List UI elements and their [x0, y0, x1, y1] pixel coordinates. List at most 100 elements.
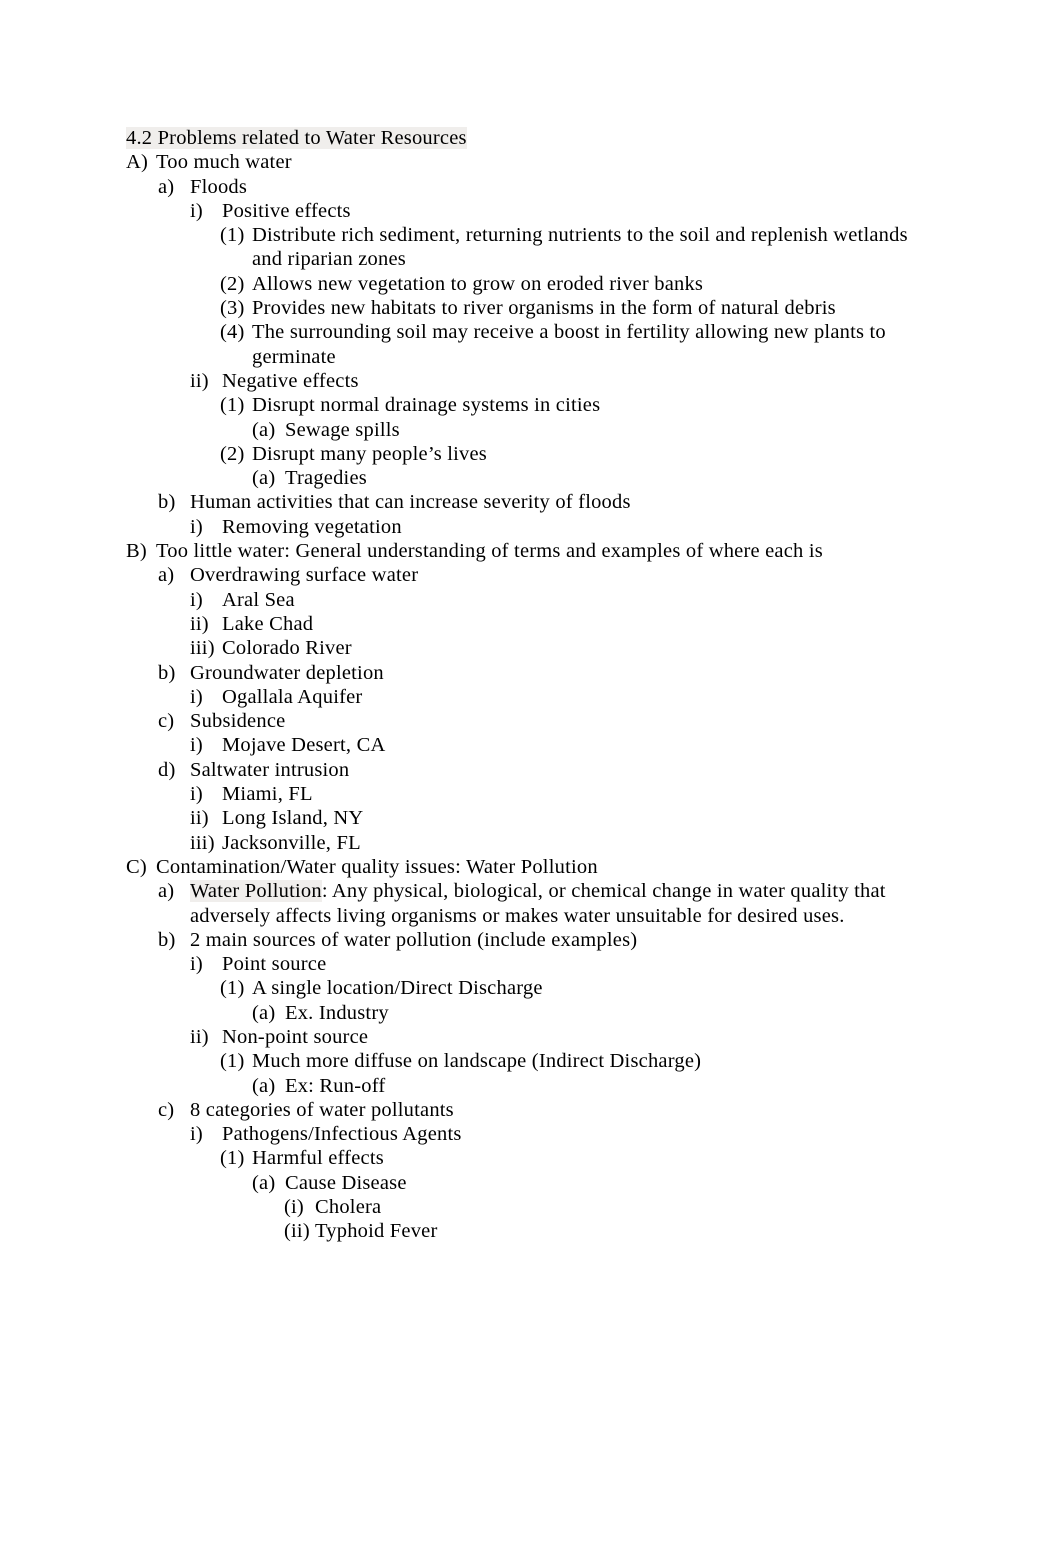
list-marker: ii): [190, 1025, 209, 1048]
outline-item: (a) Ex. Industry: [252, 1001, 938, 1025]
outline-item-text: Contamination/Water quality issues: Wate…: [156, 855, 598, 878]
outline-heading: 4.2 Problems related to Water Resources: [126, 126, 938, 150]
outline-item: (1) Much more diffuse on landscape (Indir…: [220, 1049, 938, 1073]
outline-item: d) Saltwater intrusion: [158, 758, 938, 782]
outline-item-text: Human activities that can increase sever…: [190, 491, 631, 514]
list-marker: C): [126, 855, 147, 878]
list-marker: (1): [220, 977, 245, 1000]
list-marker: A): [126, 151, 149, 174]
outline-item: (a) Sewage spills: [252, 418, 938, 442]
outline-item-text: Aral Sea: [222, 588, 295, 611]
outline-item-text: Allows new vegetation to grow on eroded …: [252, 272, 704, 295]
outline-item: ii) Non-point source: [190, 1025, 938, 1049]
outline-item-text: Harmful effects: [252, 1147, 384, 1170]
outline-item-text: Negative effects: [222, 369, 359, 392]
outline-item: (a) Cause Disease: [252, 1171, 938, 1195]
outline-item-text: Positive effects: [222, 199, 351, 222]
list-marker: a): [158, 175, 175, 198]
outline-item: (1) Disrupt normal drainage systems in ci…: [220, 393, 938, 417]
text-highlight: Water Pollution: [190, 880, 322, 903]
outline-item-text: Point source: [222, 953, 327, 976]
outline-item-text: Floods: [190, 175, 248, 198]
outline-item-text: Jacksonville, FL: [222, 831, 361, 854]
outline-item: a) Floods: [158, 175, 938, 199]
list-marker: (1): [220, 1050, 245, 1073]
list-marker: c): [158, 710, 175, 733]
list-marker: (4): [220, 321, 245, 344]
list-marker: b): [158, 661, 176, 684]
outline-item-text: 8 categories of water pollutants: [190, 1098, 454, 1121]
list-marker: B): [126, 540, 147, 563]
outline-item: A) Too much water: [126, 150, 938, 174]
list-marker: (1): [220, 224, 245, 247]
outline-item-text: Lake Chad: [222, 612, 314, 635]
outline-item: (a) Ex: Run-off: [252, 1074, 938, 1098]
outline-item: (1) Harmful effects: [220, 1146, 938, 1170]
outline-item-text: Overdrawing surface water: [190, 564, 419, 587]
outline-item-text: Subsidence: [190, 710, 286, 733]
list-marker: (a): [252, 1171, 276, 1194]
list-marker: d): [158, 758, 176, 781]
text-highlight: 4.2 Problems related to Water Resources: [126, 127, 467, 149]
outline-item-text: Disrupt normal drainage systems in citie…: [252, 394, 601, 417]
outline-item-text: Groundwater depletion: [190, 661, 384, 684]
outline-item-text: Non-point source: [222, 1025, 369, 1048]
list-marker: (i): [284, 1196, 304, 1219]
list-marker: a): [158, 564, 175, 587]
outline-item: (ii) Typhoid Fever: [284, 1219, 938, 1243]
outline-item-text: Distribute rich sediment, returning nutr…: [252, 224, 908, 271]
list-marker: i): [190, 734, 203, 757]
outline-item-text: Provides new habitats to river organisms…: [252, 297, 836, 320]
outline-item-text: 2 main sources of water pollution (inclu…: [190, 928, 638, 951]
outline-item: (i) Cholera: [284, 1195, 938, 1219]
outline-item-text: Long Island, NY: [222, 807, 364, 830]
outline-item: b) 2 main sources of water pollution (inc…: [158, 928, 938, 952]
outline-item-text: Tragedies: [285, 467, 367, 490]
list-marker: b): [158, 491, 176, 514]
outline-item-text: Colorado River: [222, 637, 352, 660]
outline-item: ii) Negative effects: [190, 369, 938, 393]
outline-item: (4) The surrounding soil may receive a bo…: [220, 320, 938, 369]
list-marker: (a): [252, 418, 276, 441]
outline-item: i) Miami, FL: [190, 782, 938, 806]
outline-item-text: Saltwater intrusion: [190, 758, 350, 781]
outline-item: b) Groundwater depletion: [158, 661, 938, 685]
heading-text: 4.2 Problems related to Water Resources: [126, 126, 938, 150]
outline-item: B) Too little water: General understandin…: [126, 539, 938, 563]
outline-item-text: Cause Disease: [285, 1171, 407, 1194]
outline-item: c) Subsidence: [158, 709, 938, 733]
list-marker: (a): [252, 1001, 276, 1024]
list-marker: i): [190, 685, 203, 708]
list-marker: (1): [220, 394, 245, 417]
list-marker: i): [190, 953, 203, 976]
outline-item-text: Mojave Desert, CA: [222, 734, 386, 757]
outline-item-text: Water Pollution: Any physical, biologica…: [190, 880, 886, 927]
list-marker: i): [190, 199, 203, 222]
outline-item-text: Sewage spills: [285, 418, 400, 441]
list-marker: iii): [190, 831, 215, 854]
outline-item: a) Water Pollution: Any physical, biologi…: [158, 879, 938, 928]
list-marker: ii): [190, 807, 209, 830]
outline-item: C) Contamination/Water quality issues: Wa…: [126, 855, 938, 879]
outline-item-text: Removing vegetation: [222, 515, 402, 538]
outline-item: i) Positive effects: [190, 199, 938, 223]
list-marker: iii): [190, 637, 215, 660]
outline-item: c) 8 categories of water pollutants: [158, 1098, 938, 1122]
outline-item: (3) Provides new habitats to river organi…: [220, 296, 938, 320]
list-marker: (1): [220, 1147, 245, 1170]
outline-item: iii) Colorado River: [190, 636, 938, 660]
outline-item-text: Pathogens/Infectious Agents: [222, 1123, 462, 1146]
outline-item: (1) Distribute rich sediment, returning n…: [220, 223, 938, 272]
outline-item: (1) A single location/Direct Discharge: [220, 976, 938, 1000]
outline-item: i) Aral Sea: [190, 588, 938, 612]
outline-item: ii) Long Island, NY: [190, 806, 938, 830]
list-marker: (ii): [284, 1220, 310, 1243]
outline-item: iii) Jacksonville, FL: [190, 831, 938, 855]
list-marker: b): [158, 928, 176, 951]
outline-item: (2) Disrupt many people’s lives: [220, 442, 938, 466]
outline-item-text: Cholera: [315, 1196, 382, 1219]
outline-item-text: Ex: Run-off: [285, 1074, 386, 1097]
document-page: 4.2 Problems related to Water Resources A…: [0, 0, 1062, 1561]
outline-item: (a) Tragedies: [252, 466, 938, 490]
outline-item-text: Too much water: [156, 151, 292, 174]
